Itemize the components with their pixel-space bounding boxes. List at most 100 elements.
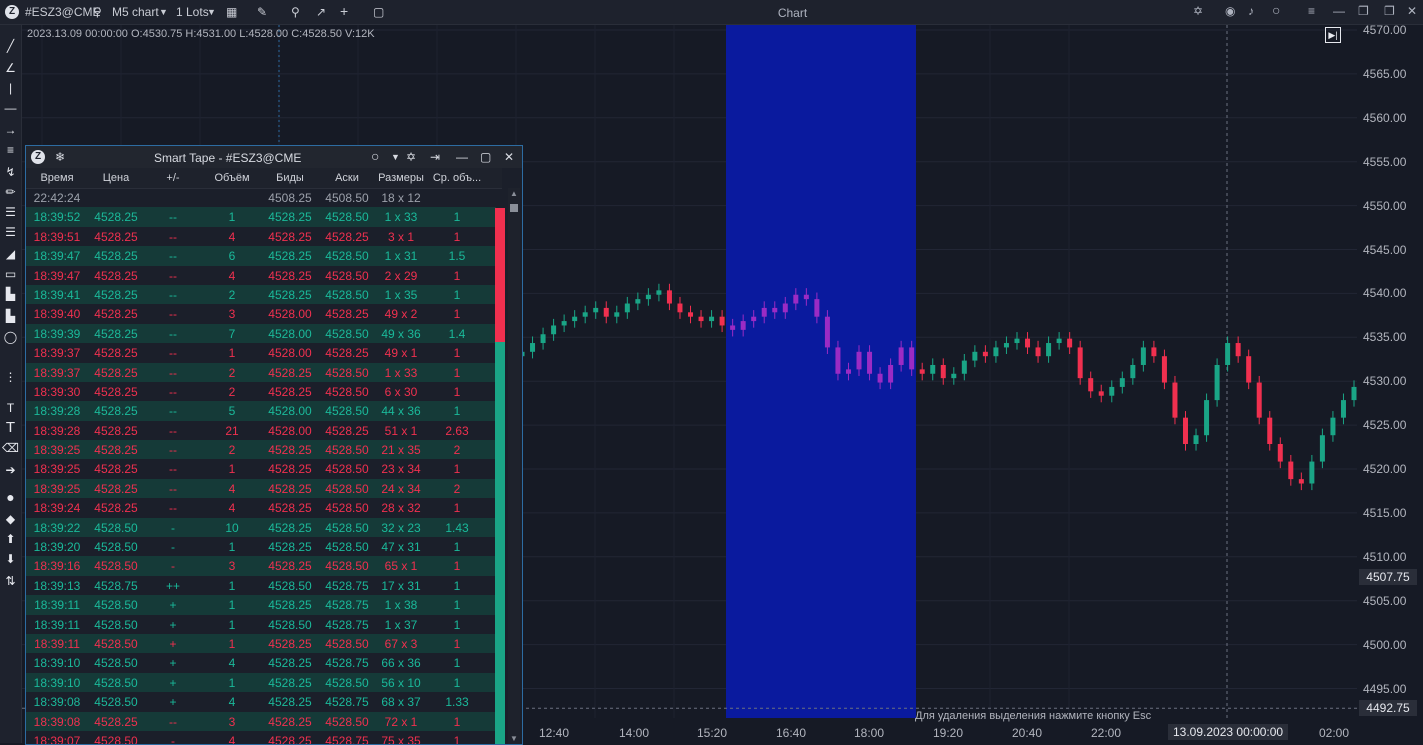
- tape-row[interactable]: 18:39:25 4528.25 -- 4 4528.25 4528.50 24 x 34 2: [26, 478, 496, 499]
- line-tool-icon[interactable]: ╱: [0, 39, 21, 53]
- levels-tool-2-icon[interactable]: ▙: [0, 309, 21, 323]
- col-header-asks[interactable]: Аски: [318, 172, 376, 184]
- tape-row[interactable]: 18:39:08 4528.50 +4 4528.25 4528.75 68 x 37 1.…: [26, 692, 496, 712]
- triangle-tool-icon[interactable]: ◢: [0, 247, 21, 261]
- tape-cell: 4528.75: [325, 695, 369, 710]
- maximize-icon[interactable]: ▢: [480, 150, 491, 164]
- col-header-time[interactable]: Время: [26, 172, 88, 184]
- restore-icon[interactable]: ❐: [1384, 4, 1395, 18]
- close-icon[interactable]: ✕: [504, 150, 514, 164]
- drag-handle-icon[interactable]: ⋮: [0, 370, 21, 384]
- tape-row[interactable]: 18:39:08 4528.25 -- 3 4528.25 4528.50 72 x 1 1: [26, 711, 496, 731]
- tape-row[interactable]: 18:39:28 4528.25 -- 5 4528.00 4528.50 44 x 36 1: [26, 401, 496, 421]
- tape-cell: 4528.25: [325, 229, 369, 244]
- col-header-bids[interactable]: Биды: [262, 172, 318, 184]
- tape-row[interactable]: 18:39:47 4528.25 -- 6 4528.25 4528.50 1 x 31 1.…: [26, 246, 496, 266]
- tape-row[interactable]: 18:39:24 4528.25 -- 4 4528.25 4528.50 28 x 32 1: [26, 498, 496, 518]
- tape-row[interactable]: 18:39:22 4528.50 - 10 4528.25 4528.50 32 x 23 1…: [26, 517, 496, 538]
- sort-tool-icon[interactable]: ⇅: [0, 574, 21, 588]
- tape-rows[interactable]: 22:42:24 4508.25 4508.50 18 x 12 18:39:5…: [26, 188, 496, 744]
- tape-row[interactable]: 18:39:40 4528.25 -- 3 4528.00 4528.25 49 x 2 1: [26, 304, 496, 324]
- tape-row[interactable]: 18:39:47 4528.25 -- 4 4528.25 4528.50 2 x 29 1: [26, 265, 496, 285]
- tape-row[interactable]: 18:39:25 4528.25 -- 1 4528.25 4528.50 23 x 34 1: [26, 459, 496, 479]
- text-tool-icon[interactable]: T: [0, 420, 21, 435]
- chevron-down-icon[interactable]: ▼: [391, 152, 400, 162]
- scroll-up-icon[interactable]: ▲: [510, 189, 518, 198]
- tape-row[interactable]: 18:39:10 4528.50 +4 4528.25 4528.75 66 x 36 1: [26, 653, 496, 673]
- tape-row[interactable]: 18:39:30 4528.25 -- 2 4528.25 4528.50 6 x 30 1: [26, 381, 496, 402]
- tape-cell: 67 x 3: [384, 636, 418, 651]
- arrow-tool-icon[interactable]: →: [0, 123, 21, 137]
- col-header-change[interactable]: +/-: [144, 172, 202, 184]
- minimize-icon[interactable]: —: [456, 150, 468, 164]
- candle-body: [551, 325, 557, 335]
- candle-body: [1277, 444, 1283, 462]
- ellipse-tool-icon[interactable]: ◯: [0, 330, 21, 344]
- tape-row[interactable]: 18:39:20 4528.50 - 1 4528.25 4528.50 47 x 31 1: [26, 537, 496, 557]
- tape-row[interactable]: 18:39:11 4528.50 +1 4528.50 4528.75 1 x 37 1: [26, 614, 496, 634]
- tape-cell: 4: [228, 229, 236, 244]
- minimize-icon[interactable]: —: [1333, 4, 1345, 18]
- tape-row[interactable]: 18:39:13 4528.75 ++ 1 4528.50 4528.75 17 x 31 1: [26, 575, 496, 596]
- tape-row[interactable]: 18:39:16 4528.50 - 3 4528.25 4528.50 65 x 1 1: [26, 556, 496, 576]
- tape-row[interactable]: 18:39:11 4528.50 +1 4528.25 4528.75 1 x 38 1: [26, 595, 496, 615]
- tape-cell: 32 x 23: [381, 520, 421, 535]
- settings-icon[interactable]: ≡: [1308, 4, 1315, 18]
- circle-icon[interactable]: ○: [371, 148, 379, 164]
- pin-icon[interactable]: ⇥: [430, 150, 440, 164]
- vertical-line-icon[interactable]: |: [0, 81, 21, 95]
- col-header-sizes[interactable]: Размеры: [376, 172, 426, 184]
- tape-row[interactable]: 18:39:37 4528.25 -- 2 4528.25 4528.50 1 x 33 1: [26, 362, 496, 382]
- col-header-avg-volume[interactable]: Ср. объ...: [426, 172, 488, 184]
- tag-tool-icon[interactable]: ➔: [0, 463, 21, 477]
- scroll-to-end-icon[interactable]: ▶|: [1325, 27, 1341, 43]
- scroll-down-icon[interactable]: ▼: [510, 734, 518, 743]
- tape-cell: 4508.25: [268, 191, 312, 205]
- tape-row[interactable]: 18:39:37 4528.25 -- 1 4528.00 4528.25 49 x 1 1: [26, 343, 496, 363]
- curve-tool-icon[interactable]: ↯: [0, 165, 21, 179]
- circle-icon[interactable]: ○: [1272, 2, 1280, 18]
- camera-icon[interactable]: ◉: [1225, 4, 1235, 18]
- bell-icon[interactable]: ♪: [1248, 4, 1254, 18]
- snowflake-icon[interactable]: ❄: [55, 150, 65, 164]
- text-style-icon[interactable]: T: [0, 401, 21, 415]
- channel-tool-icon[interactable]: ≡: [0, 143, 21, 157]
- crosshair-icon[interactable]: ✡: [1193, 4, 1203, 18]
- rectangle-tool-icon[interactable]: ▭: [0, 267, 21, 281]
- tape-row[interactable]: 18:39:39 4528.25 -- 7 4528.00 4528.50 49 x 36 1…: [26, 323, 496, 344]
- tape-row[interactable]: 18:39:25 4528.25 -- 2 4528.25 4528.50 21 x 35 2: [26, 440, 496, 460]
- ray-tool-icon[interactable]: ∠: [0, 61, 21, 75]
- brush-tool-icon[interactable]: ✏: [0, 185, 21, 199]
- close-icon[interactable]: ✕: [1407, 4, 1417, 18]
- tape-row[interactable]: 18:39:51 4528.25 -- 4 4528.25 4528.25 3 x 1 1: [26, 226, 496, 247]
- fibonacci-icon[interactable]: ☰: [0, 225, 21, 239]
- fork-tool-icon[interactable]: ☰: [0, 205, 21, 219]
- circle-marker-icon[interactable]: ●: [0, 490, 21, 504]
- tape-cell: 1: [453, 501, 461, 516]
- levels-tool-icon[interactable]: ▙: [0, 287, 21, 301]
- tools-icon[interactable]: ✡: [406, 150, 416, 164]
- tape-row[interactable]: 18:39:41 4528.25 -- 2 4528.25 4528.50 1 x 35 1: [26, 284, 496, 305]
- tape-scrollbar[interactable]: ▲ ▼: [508, 188, 520, 744]
- tape-row[interactable]: 18:39:28 4528.25 -- 21 4528.00 4528.25 51 x 1 2…: [26, 420, 496, 441]
- horizontal-line-icon[interactable]: —: [0, 101, 21, 115]
- diamond-marker-icon[interactable]: ◆: [0, 512, 21, 526]
- col-header-volume[interactable]: Объём: [202, 172, 262, 184]
- candle-body: [824, 316, 830, 348]
- tape-cell: 66 x 36: [381, 656, 421, 671]
- arrow-down-marker-icon[interactable]: ⬇: [0, 552, 21, 566]
- col-header-price[interactable]: Цена: [88, 172, 144, 184]
- scrollbar-thumb[interactable]: [510, 204, 518, 212]
- tape-cell: 4528.25: [94, 346, 138, 361]
- tape-cell: 4528.25: [325, 307, 369, 322]
- arrow-up-marker-icon[interactable]: ⬆: [0, 532, 21, 546]
- tape-cell: 2: [453, 481, 461, 496]
- price-axis[interactable]: 4570.00 4565.00 4560.00 4555.00 4550.00 4545.…: [1357, 23, 1423, 743]
- maximize-icon[interactable]: ❐: [1358, 4, 1369, 18]
- tape-row[interactable]: 18:39:52 4528.25 -- 1 4528.25 4528.50 1 x 33 1: [26, 207, 496, 227]
- label-tool-icon[interactable]: ⌫: [0, 441, 21, 455]
- tape-row[interactable]: 18:39:10 4528.50 +1 4528.25 4528.50 56 x 10 1: [26, 672, 496, 693]
- tape-cell: 49 x 1: [384, 346, 418, 361]
- tape-row[interactable]: 18:39:11 4528.50 +1 4528.25 4528.50 67 x 3 1: [26, 633, 496, 654]
- smart-tape-titlebar[interactable]: Z ❄ Smart Tape - #ESZ3@CME ○ ▼ ✡ ⇥ — ▢ ✕: [26, 146, 522, 168]
